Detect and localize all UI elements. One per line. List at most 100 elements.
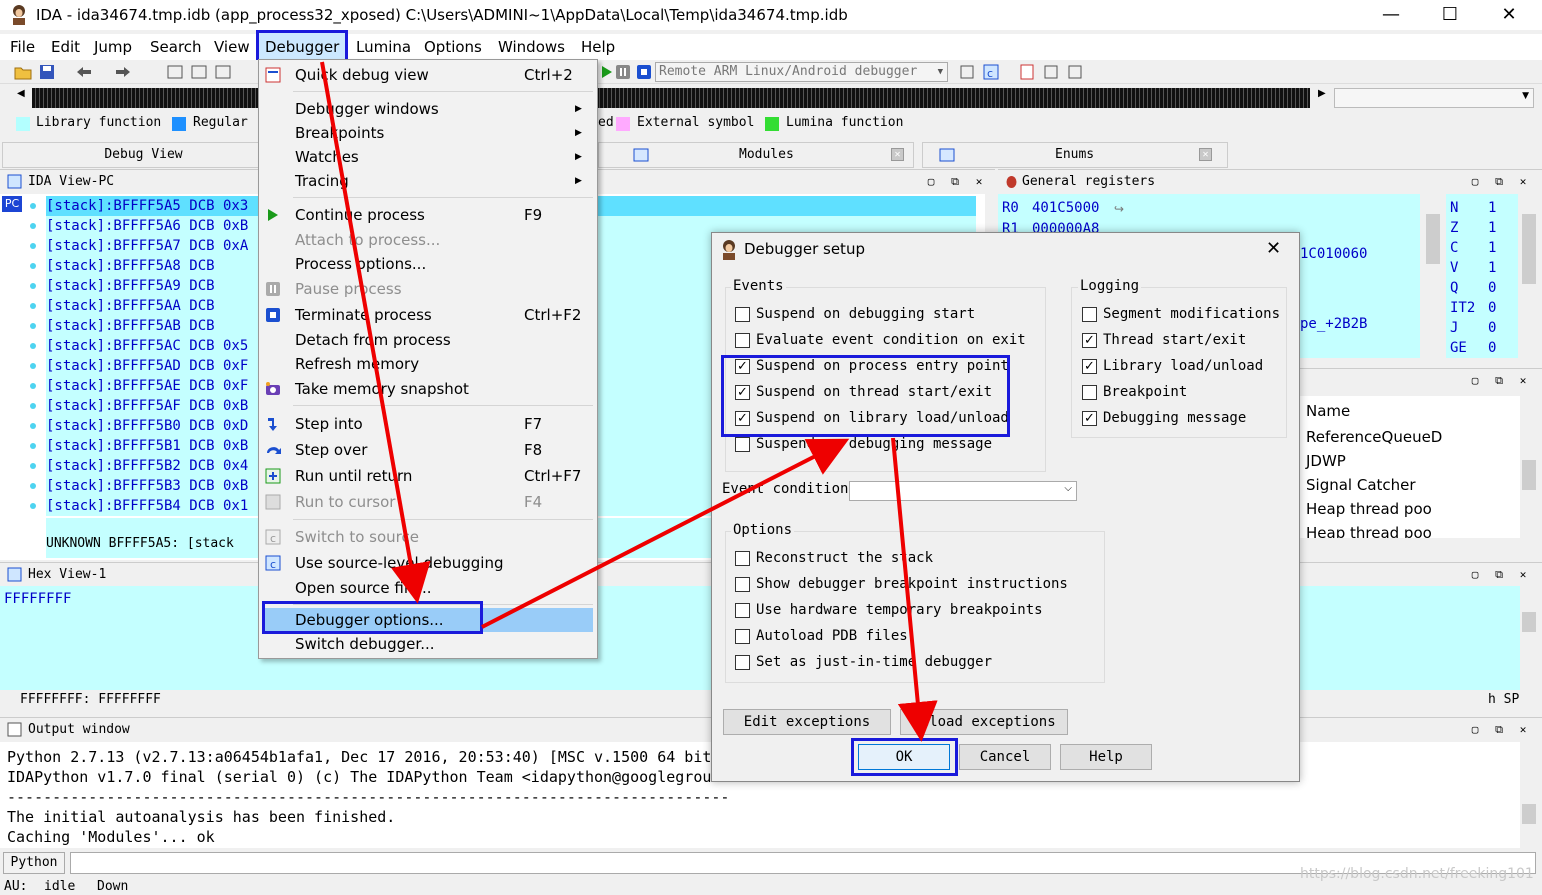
- menu-item-continue-process[interactable]: Continue process F9: [259, 203, 597, 227]
- jump-arrow-icon[interactable]: ↪: [1114, 202, 1124, 216]
- menu-item-process-options[interactable]: Process options...: [259, 252, 597, 276]
- menu-windows[interactable]: Windows: [498, 38, 565, 56]
- tab-modules[interactable]: Modules ✕: [598, 142, 914, 168]
- breakpoint-dot[interactable]: [30, 343, 36, 349]
- pause-icon[interactable]: [614, 63, 632, 81]
- thread-item[interactable]: Signal Catcher: [1306, 476, 1416, 494]
- hex-scrollbar[interactable]: [1520, 586, 1538, 708]
- close-window-button[interactable]: ✕: [1486, 2, 1532, 28]
- thread-item[interactable]: ReferenceQueueD: [1306, 428, 1442, 446]
- cb-log-breakpoint[interactable]: [1082, 385, 1097, 400]
- thread-item[interactable]: JDWP: [1306, 452, 1346, 470]
- float-panel-icon[interactable]: ⧉: [1490, 563, 1508, 586]
- breakpoint-dot[interactable]: [30, 323, 36, 329]
- float-panel-icon[interactable]: ⧉: [1490, 170, 1508, 193]
- restore-panel-icon[interactable]: ▢: [1466, 718, 1484, 741]
- save-icon[interactable]: [38, 63, 56, 81]
- breakpoint-dot[interactable]: [30, 303, 36, 309]
- cb-use-hardware-breakpoints[interactable]: [735, 603, 750, 618]
- flag-value[interactable]: 1: [1488, 220, 1496, 236]
- menu-item-attach-to-process[interactable]: Attach to process...: [259, 228, 597, 252]
- breakpoint-dot[interactable]: [30, 243, 36, 249]
- registers-scrollbar[interactable]: [1424, 194, 1442, 358]
- register-value[interactable]: pe_+2B2B: [1300, 316, 1367, 332]
- menu-item-step-into[interactable]: Step into F7: [259, 412, 597, 436]
- close-panel-icon[interactable]: ✕: [1514, 170, 1532, 193]
- settings-icon[interactable]: [1066, 63, 1084, 81]
- back-arrow-icon[interactable]: [75, 63, 93, 81]
- menu-item-detach-from-process[interactable]: Detach from process: [259, 328, 597, 352]
- nav-left-arrow-icon[interactable]: ◀: [17, 88, 25, 99]
- nav-right-arrow-icon[interactable]: ▶: [1318, 88, 1326, 99]
- open-folder-icon[interactable]: [14, 63, 32, 81]
- menu-item-watches[interactable]: Watches ▶: [259, 145, 597, 169]
- float-panel-icon[interactable]: ⧉: [946, 170, 964, 193]
- help-button[interactable]: Help: [1060, 744, 1152, 770]
- python-button[interactable]: Python: [3, 852, 65, 874]
- flag-value[interactable]: 1: [1488, 260, 1496, 276]
- menu-item-run-to-cursor[interactable]: Run to cursor F4: [259, 490, 597, 514]
- tab-debug-view[interactable]: Debug View: [2, 142, 285, 168]
- cb-suspend-on-debugging-start[interactable]: [735, 307, 750, 322]
- menu-item-terminate-process[interactable]: Terminate process Ctrl+F2: [259, 303, 597, 327]
- menu-edit[interactable]: Edit: [51, 38, 80, 56]
- cancel-button[interactable]: Cancel: [959, 744, 1051, 770]
- flag-value[interactable]: 0: [1488, 340, 1496, 356]
- menu-item-refresh-memory[interactable]: Refresh memory: [259, 352, 597, 376]
- segment-select[interactable]: ▼: [1334, 88, 1534, 108]
- breakpoint-dot[interactable]: [30, 263, 36, 269]
- threads-scrollbar[interactable]: [1520, 396, 1538, 538]
- cb-reconstruct-stack[interactable]: [735, 551, 750, 566]
- register-value[interactable]: 401C5000: [1032, 200, 1099, 216]
- hex-icon[interactable]: [214, 63, 232, 81]
- flag-value[interactable]: 0: [1488, 320, 1496, 336]
- menu-item-switch-to-source[interactable]: c Switch to source: [259, 525, 597, 549]
- menu-item-open-source-file[interactable]: Open source file...: [259, 576, 597, 600]
- restore-panel-icon[interactable]: ▢: [1466, 369, 1484, 392]
- cb-log-library-load[interactable]: ✓: [1082, 359, 1097, 374]
- menu-help[interactable]: Help: [581, 38, 615, 56]
- maximize-button[interactable]: ☐: [1427, 2, 1473, 28]
- breakpoint-dot[interactable]: [30, 423, 36, 429]
- menu-item-step-over[interactable]: Step over F8: [259, 438, 597, 462]
- close-panel-icon[interactable]: ✕: [1514, 718, 1532, 741]
- restore-panel-icon[interactable]: ▢: [1466, 563, 1484, 586]
- reload-exceptions-button[interactable]: Reload exceptions: [900, 709, 1068, 735]
- breakpoint-dot[interactable]: [30, 223, 36, 229]
- debugger-select[interactable]: Remote ARM Linux/Android debugger ▼: [655, 62, 948, 82]
- forward-arrow-icon[interactable]: [114, 63, 132, 81]
- register-value[interactable]: 1C010060: [1300, 246, 1367, 262]
- restore-panel-icon[interactable]: ▢: [1466, 170, 1484, 193]
- close-icon[interactable]: ✕: [1199, 148, 1212, 161]
- menu-item-take-memory-snapshot[interactable]: Take memory snapshot: [259, 377, 597, 401]
- menu-item-debugger-windows[interactable]: Debugger windows ▶: [259, 97, 597, 121]
- breakpoint-dot[interactable]: [30, 403, 36, 409]
- breakpoint-dot[interactable]: [30, 503, 36, 509]
- menu-lumina[interactable]: Lumina: [356, 38, 411, 56]
- cb-log-debugging-message[interactable]: ✓: [1082, 411, 1097, 426]
- navigation-band[interactable]: [32, 88, 1310, 108]
- menu-item-breakpoints[interactable]: Breakpoints ▶: [259, 121, 597, 145]
- menu-jump[interactable]: Jump: [94, 38, 132, 56]
- close-panel-icon[interactable]: ✕: [1514, 563, 1532, 586]
- menu-debugger[interactable]: Debugger: [265, 38, 339, 56]
- cb-show-breakpoint-instructions[interactable]: [735, 577, 750, 592]
- flag-value[interactable]: 1: [1488, 200, 1496, 216]
- menu-search[interactable]: Search: [150, 38, 202, 56]
- cb-log-segment-modifications[interactable]: [1082, 307, 1097, 322]
- thread-item[interactable]: Heap thread poo: [1306, 524, 1432, 538]
- menu-item-switch-debugger[interactable]: Switch debugger...: [259, 632, 597, 656]
- binary-icon[interactable]: [166, 63, 184, 81]
- edit-exceptions-button[interactable]: Edit exceptions: [723, 709, 891, 735]
- tab-enums[interactable]: Enums ✕: [922, 142, 1228, 168]
- flags-scrollbar[interactable]: [1520, 194, 1538, 358]
- close-panel-icon[interactable]: ✕: [970, 170, 988, 193]
- breakpoint-dot[interactable]: [30, 363, 36, 369]
- debug-icon[interactable]: [958, 63, 976, 81]
- cb-just-in-time-debugger[interactable]: [735, 655, 750, 670]
- menu-file[interactable]: File: [10, 38, 35, 56]
- breakpoint-dot[interactable]: [30, 463, 36, 469]
- restore-panel-icon[interactable]: ▢: [922, 170, 940, 193]
- threads-column-name[interactable]: Name: [1306, 402, 1350, 420]
- minimize-button[interactable]: —: [1368, 2, 1414, 28]
